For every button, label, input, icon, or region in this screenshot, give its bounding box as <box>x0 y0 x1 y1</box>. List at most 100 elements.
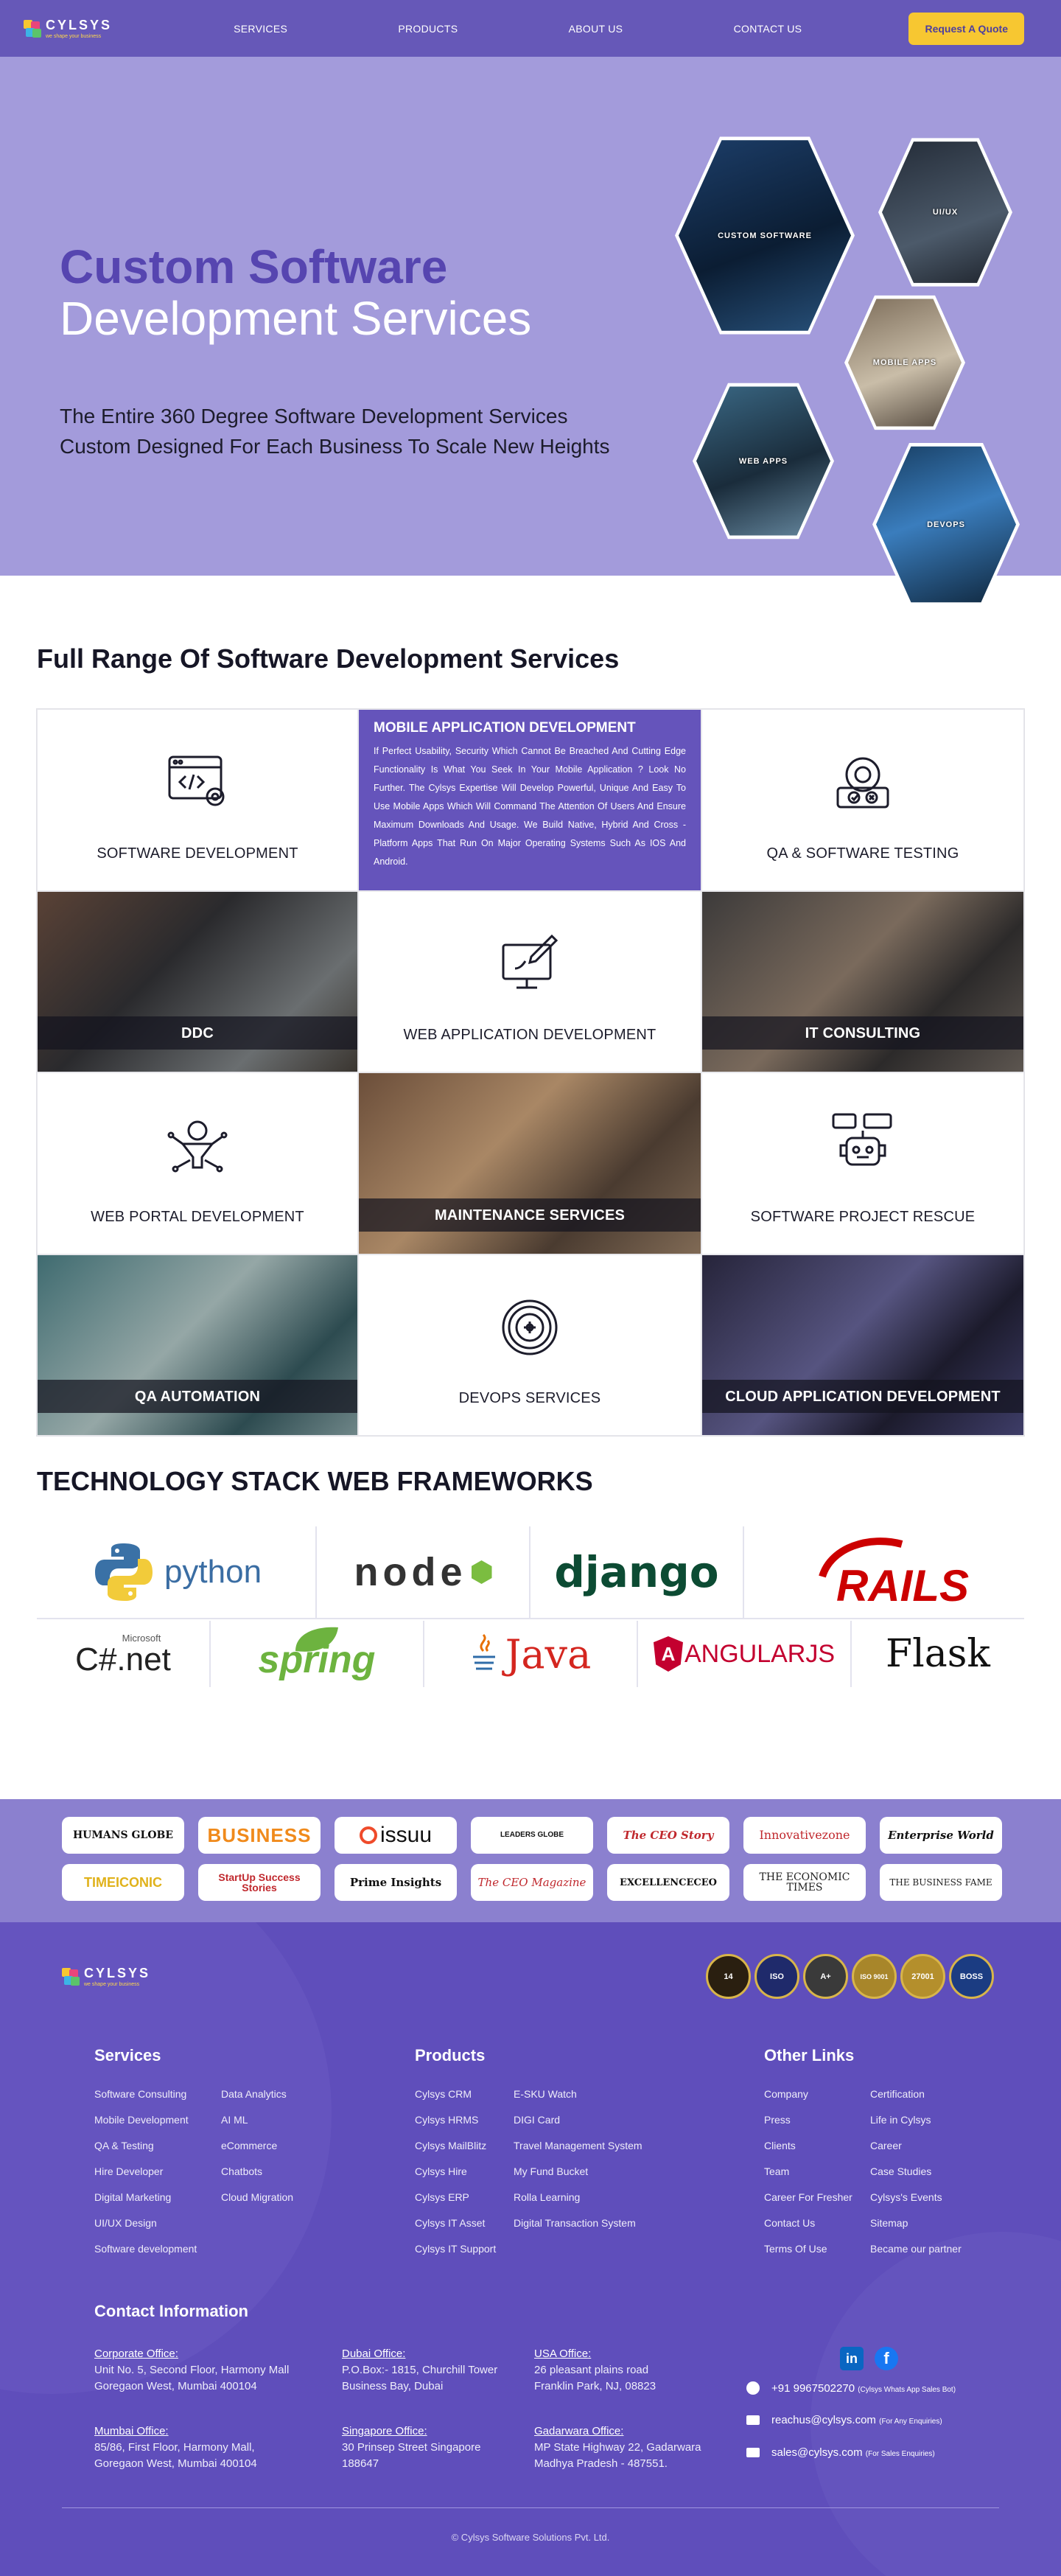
facebook-icon[interactable]: f <box>875 2347 898 2370</box>
media-business[interactable]: BUSINESS <box>198 1817 321 1854</box>
email-row-enquiries[interactable]: reachus@cylsys.com (For Any Enquiries) <box>746 2414 942 2426</box>
office-gadarwara: Gadarwara Office: MP State Highway 22, G… <box>534 2425 701 2470</box>
footer-link[interactable]: QA & Testing <box>94 2133 221 2159</box>
main-menu: SERVICES PRODUCTS ABOUT US CONTACT US <box>112 23 908 35</box>
footer-link[interactable]: Rolla Learning <box>514 2185 642 2210</box>
service-ddc[interactable]: DDC <box>37 890 358 1072</box>
media-economic-times[interactable]: THE ECONOMIC TIMES <box>743 1864 866 1901</box>
footer-brand-tagline: we shape your business <box>84 1982 140 1987</box>
footer-link[interactable]: Clients <box>764 2133 870 2159</box>
footer-link[interactable]: Team <box>764 2159 870 2185</box>
footer-link[interactable]: Company <box>764 2081 870 2107</box>
nav-contact-us[interactable]: CONTACT US <box>734 23 802 35</box>
footer-decor-circle-2 <box>810 2232 1061 2576</box>
hero-section: Custom Software Development Services The… <box>0 57 1061 606</box>
media-issuu[interactable]: issuu <box>335 1817 457 1854</box>
footer-link[interactable]: Certification <box>870 2081 962 2107</box>
cert-iso9001-badge: ISO 9001 <box>852 1954 897 1999</box>
service-devops-services[interactable]: DEVOPS SERVICES <box>358 1254 701 1436</box>
service-software-development[interactable]: SOFTWARE DEVELOPMENT <box>37 709 358 891</box>
footer-link[interactable]: Life in Cylsys <box>870 2107 962 2133</box>
brand-name: CYLSYS <box>46 17 113 32</box>
python-icon <box>94 1543 153 1601</box>
footer-link[interactable]: Contact Us <box>764 2210 870 2236</box>
media-timeiconic[interactable]: TIMEICONIC <box>62 1864 184 1901</box>
footer-link[interactable]: Digital Transaction System <box>514 2210 642 2236</box>
footer-link[interactable]: Became our partner <box>870 2236 962 2262</box>
angularjs-logo: A ANGULARJS <box>638 1621 852 1687</box>
hex-mobile-apps: MOBILE APPS <box>844 295 965 430</box>
footer-link[interactable]: eCommerce <box>221 2133 293 2159</box>
service-qa-automation[interactable]: QA AUTOMATION <box>37 1254 358 1436</box>
nav-products[interactable]: PRODUCTS <box>398 23 458 35</box>
footer-link[interactable]: Cylsys CRM <box>415 2081 514 2107</box>
feature-title: MOBILE APPLICATION DEVELOPMENT <box>374 720 636 736</box>
footer-link[interactable]: DIGI Card <box>514 2107 642 2133</box>
footer-link[interactable]: Cloud Migration <box>221 2185 293 2210</box>
nav-services[interactable]: SERVICES <box>234 23 287 35</box>
media-enterprise-world[interactable]: Enterprise World <box>880 1817 1002 1854</box>
media-ceo-magazine[interactable]: The CEO Magazine <box>471 1864 593 1901</box>
footer-link[interactable]: Sitemap <box>870 2210 962 2236</box>
footer-link[interactable]: Terms Of Use <box>764 2236 870 2262</box>
cert-boss-badge: BOSS <box>949 1954 994 1999</box>
footer-link[interactable]: Cylsys ERP <box>415 2185 514 2210</box>
phone-row[interactable]: +91 9967502270 (Cylsys Whats App Sales B… <box>746 2381 956 2395</box>
service-qa-testing[interactable]: QA & SOFTWARE TESTING <box>701 709 1024 891</box>
footer-link[interactable]: Software development <box>94 2236 221 2262</box>
footer-link[interactable]: Cylsys HRMS <box>415 2107 514 2133</box>
service-web-application-development[interactable]: WEB APPLICATION DEVELOPMENT <box>358 890 701 1072</box>
nav-about-us[interactable]: ABOUT US <box>569 23 623 35</box>
footer-brand-logo[interactable]: CYLSYS we shape your business <box>62 1966 150 1987</box>
service-cloud-application-development[interactable]: CLOUD APPLICATION DEVELOPMENT <box>701 1254 1024 1436</box>
service-maintenance-services[interactable]: MAINTENANCE SERVICES <box>358 1072 701 1254</box>
hex-uiux: UI/UX <box>878 138 1012 287</box>
media-innovativezone[interactable]: Innovativezone <box>743 1817 866 1854</box>
footer-link[interactable]: Chatbots <box>221 2159 293 2185</box>
python-logo: python <box>37 1526 317 1618</box>
brand-tagline: we shape your business <box>46 33 102 39</box>
media-prime-insights[interactable]: Prime Insights <box>335 1864 457 1901</box>
media-logos-section: HUMANS GLOBE BUSINESS issuu LEADERS GLOB… <box>0 1799 1061 1922</box>
service-it-consulting[interactable]: IT CONSULTING <box>701 890 1024 1072</box>
footer-link[interactable]: Career <box>870 2133 962 2159</box>
footer-link[interactable]: Mobile Development <box>94 2107 221 2133</box>
footer-link[interactable]: Case Studies <box>870 2159 962 2185</box>
service-mobile-application-development[interactable]: MOBILE APPLICATION DEVELOPMENT If Perfec… <box>358 709 701 891</box>
service-web-portal-development[interactable]: WEB PORTAL DEVELOPMENT <box>37 1072 358 1254</box>
footer-link[interactable]: Cylsys IT Asset <box>415 2210 514 2236</box>
footer-link[interactable]: Cylsys MailBlitz <box>415 2133 514 2159</box>
footer-link[interactable]: My Fund Bucket <box>514 2159 642 2185</box>
linkedin-icon[interactable]: in <box>840 2347 864 2370</box>
media-startup-success-stories[interactable]: StartUp Success Stories <box>198 1864 321 1901</box>
footer-link[interactable]: Travel Management System <box>514 2133 642 2159</box>
footer-link[interactable]: Press <box>764 2107 870 2133</box>
footer-link[interactable]: Software Consulting <box>94 2081 221 2107</box>
footer-link[interactable]: Digital Marketing <box>94 2185 221 2210</box>
footer-link[interactable]: Data Analytics <box>221 2081 293 2107</box>
media-humans-globe[interactable]: HUMANS GLOBE <box>62 1817 184 1854</box>
footer-link[interactable]: Cylsys's Events <box>870 2185 962 2210</box>
footer-brand-name: CYLSYS <box>84 1966 151 1980</box>
rails-arc-icon <box>819 1537 903 1578</box>
brand-logo[interactable]: CYLSYS we shape your business <box>24 18 112 39</box>
footer-link[interactable]: Career For Fresher <box>764 2185 870 2210</box>
rails-logo: RAILS <box>744 1526 1024 1618</box>
email-row-sales[interactable]: sales@cylsys.com (For Sales Enquiries) <box>746 2446 935 2459</box>
request-quote-button[interactable]: Request A Quote <box>908 12 1024 45</box>
media-leaders-globe[interactable]: LEADERS GLOBE <box>471 1817 593 1854</box>
footer-link[interactable]: Hire Developer <box>94 2159 221 2185</box>
media-excellenceceo[interactable]: EXCELLENCECEO <box>607 1864 729 1901</box>
footer-link[interactable]: UI/UX Design <box>94 2210 221 2236</box>
media-business-fame[interactable]: THE BUSINESS FAME <box>880 1864 1002 1901</box>
csharp-logo: Microsoft C#.net <box>37 1621 211 1687</box>
code-settings-icon <box>168 755 225 806</box>
media-ceo-story[interactable]: The CEO Story <box>607 1817 729 1854</box>
cert-iso-badge: ISO <box>754 1954 799 1999</box>
service-software-project-rescue[interactable]: SOFTWARE PROJECT RESCUE <box>701 1072 1024 1254</box>
footer-link[interactable]: AI ML <box>221 2107 293 2133</box>
footer-link[interactable]: E-SKU Watch <box>514 2081 642 2107</box>
footer-other-links: Other Links Company Press Clients Team C… <box>764 2046 962 2262</box>
footer-link[interactable]: Cylsys IT Support <box>415 2236 514 2262</box>
footer-link[interactable]: Cylsys Hire <box>415 2159 514 2185</box>
